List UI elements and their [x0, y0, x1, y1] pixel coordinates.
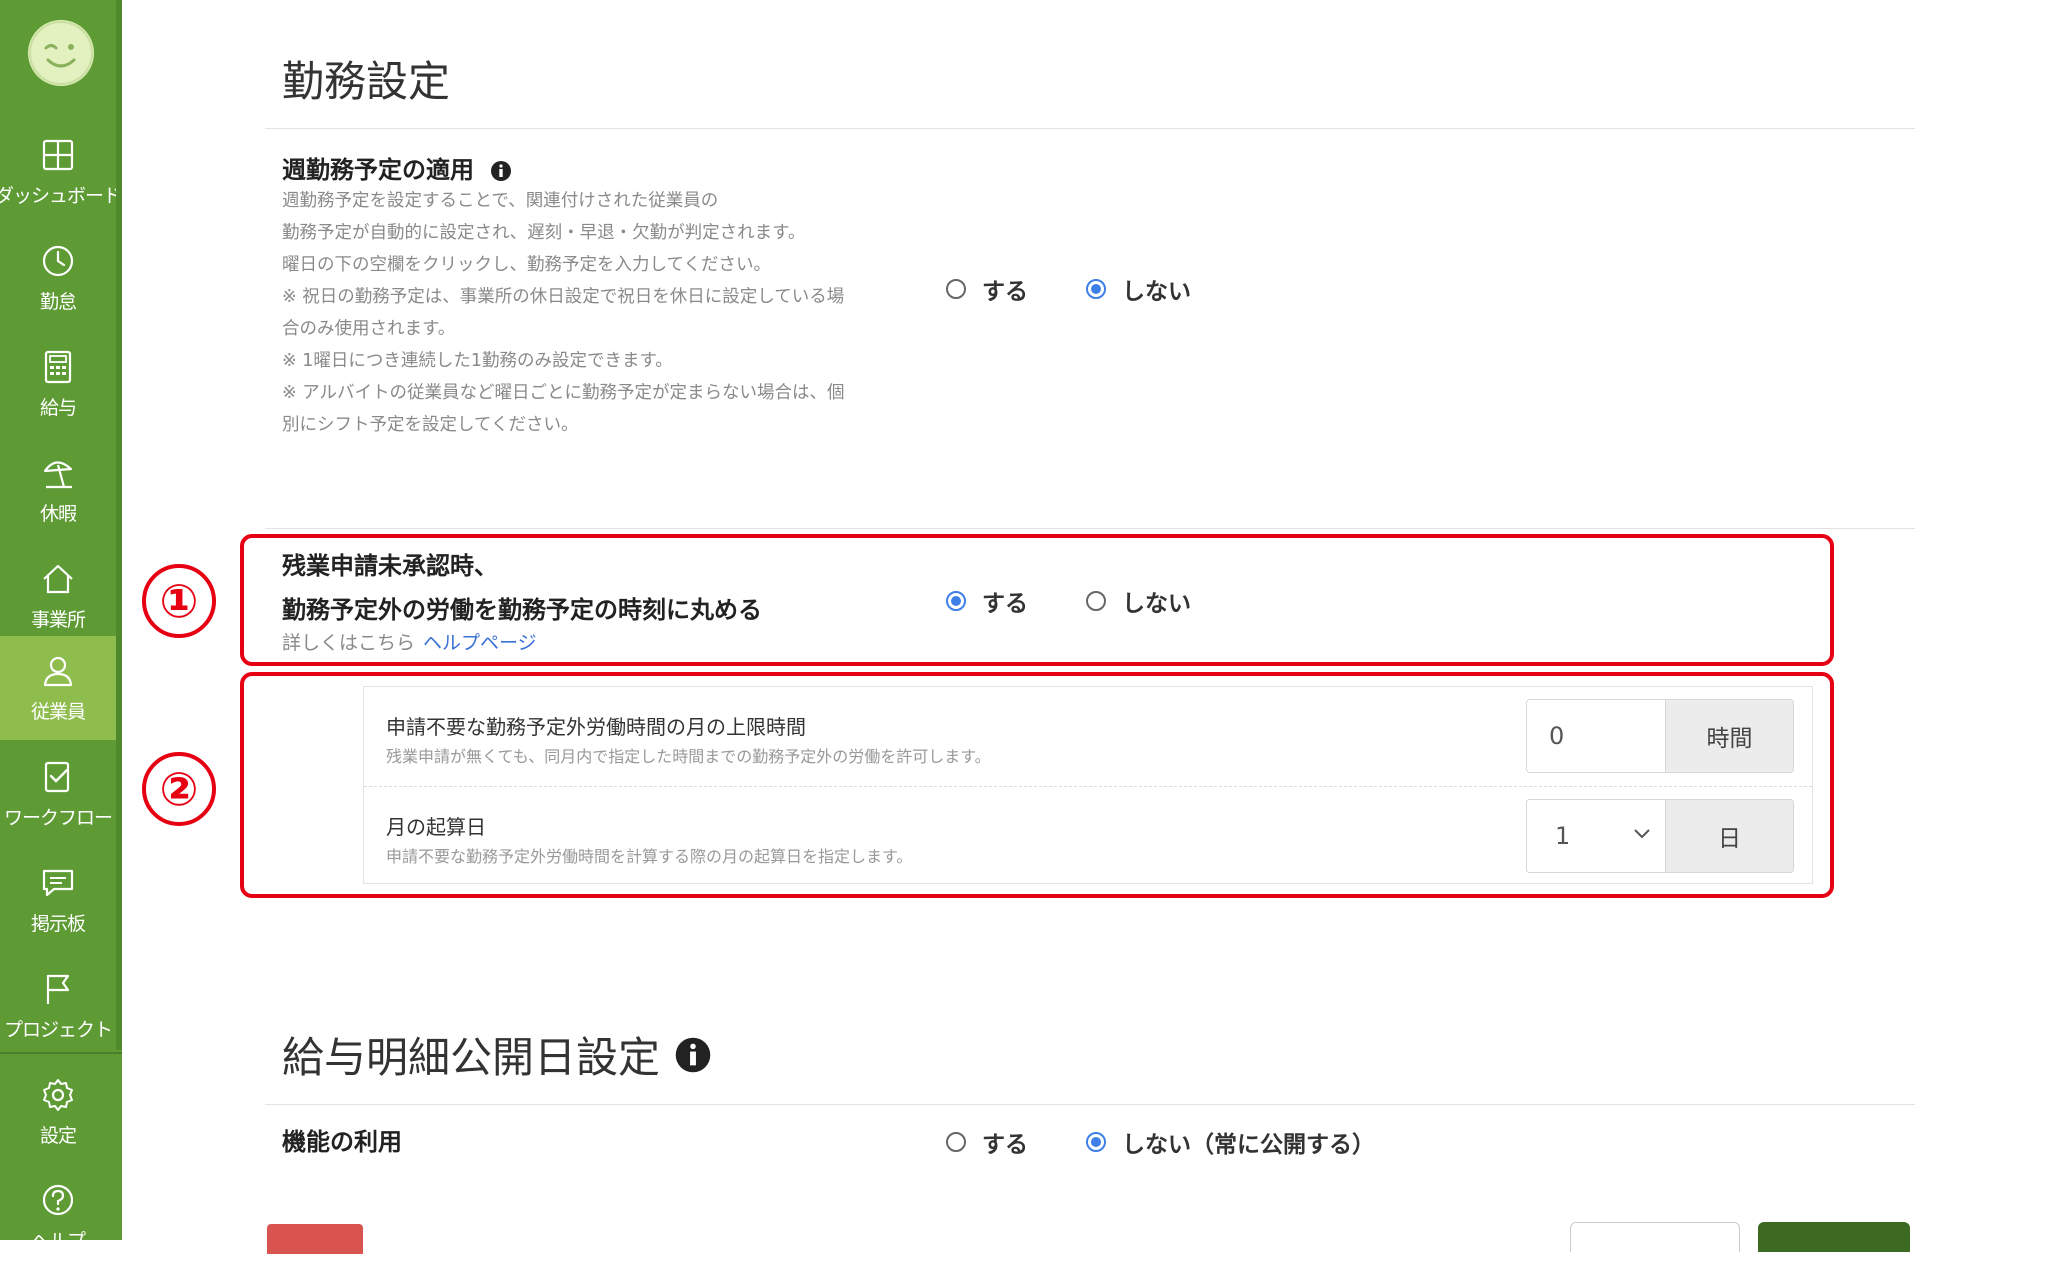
sidebar-item-bulletin[interactable]: 掲示板	[0, 848, 116, 952]
sidebar-item-label: 勤怠	[39, 290, 77, 313]
chat-icon	[42, 869, 74, 896]
weekly-schedule-title-text: 週勤務予定の適用	[282, 156, 474, 184]
payslip-no-radio[interactable]: しない（常に公開する）	[1086, 1125, 1375, 1159]
sidebar-item-settings[interactable]: 設定	[0, 1060, 116, 1164]
sidebar-item-label: プロジェクト	[3, 1018, 113, 1041]
description-line: 別にシフト予定を設定してください。	[282, 415, 579, 435]
smiley-face-icon	[29, 21, 93, 85]
weekly-schedule-description: 週勤務予定を設定することで、関連付けされた従業員の 勤務予定が自動的に設定され、…	[282, 185, 922, 441]
weekly-schedule-no-radio[interactable]: しない	[1086, 272, 1191, 306]
help-icon	[42, 1184, 74, 1216]
description-line: ※ アルバイトの従業員など曜日ごとに勤務予定が定まらない場合は、個	[282, 383, 845, 403]
sidebar-item-workflow[interactable]: ワークフロー	[0, 742, 116, 846]
sidebar-item-label: 掲示板	[30, 912, 86, 935]
radio-circle-checked[interactable]	[1086, 279, 1106, 299]
page-title: 勤務設定	[282, 57, 451, 106]
sidebar-item-help[interactable]: ヘルプ	[0, 1166, 116, 1270]
sidebar-item-office[interactable]: 事業所	[0, 544, 116, 648]
weekly-schedule-title: 週勤務予定の適用	[282, 150, 512, 185]
description-line: 合のみ使用されます。	[282, 319, 456, 339]
radio-circle-checked[interactable]	[1086, 1132, 1106, 1152]
weekly-schedule-radio-group: する しない	[946, 272, 1249, 306]
radio-label: しない	[1122, 279, 1191, 305]
sidebar-item-project[interactable]: プロジェクト	[0, 954, 116, 1058]
sidebar-item-employees[interactable]: 従業員	[0, 636, 116, 740]
user-avatar[interactable]	[28, 20, 94, 86]
home-icon	[43, 564, 73, 593]
radio-circle[interactable]	[946, 1132, 966, 1152]
info-icon[interactable]	[490, 160, 512, 182]
person-icon	[43, 656, 73, 686]
description-line: 勤務予定が自動的に設定され、遅刻・早退・欠勤が判定されます。	[282, 223, 806, 243]
radio-label: する	[982, 279, 1028, 305]
delete-button[interactable]	[267, 1224, 363, 1254]
sidebar-item-payroll[interactable]: 給与	[0, 332, 116, 436]
sidebar-item-leave[interactable]: 休暇	[0, 438, 116, 542]
sidebar-item-label: ダッシュボード	[0, 184, 122, 207]
dashboard-icon	[42, 139, 74, 170]
sidebar-item-dashboard[interactable]: ダッシュボード	[0, 120, 122, 224]
workflow-icon	[44, 761, 70, 792]
payslip-section-title-text: 給与明細公開日設定	[282, 1033, 661, 1082]
clock-icon	[42, 245, 74, 276]
divider	[265, 128, 1915, 129]
sidebar-divider	[0, 1052, 122, 1054]
cancel-button[interactable]	[1570, 1222, 1740, 1252]
sidebar-item-label: 休暇	[39, 502, 77, 525]
divider	[265, 528, 1915, 529]
info-icon[interactable]	[674, 1036, 712, 1074]
sidebar: ダッシュボード 勤怠 給与 休暇 事業所 従業員 ワークフロー 掲示板 プロジェ…	[0, 0, 122, 1252]
calculator-icon	[44, 350, 72, 383]
payslip-radio-group: する しない（常に公開する）	[946, 1125, 1433, 1159]
sidebar-item-label: 事業所	[30, 608, 86, 631]
feature-usage-label: 機能の利用	[282, 1128, 402, 1156]
flag-icon	[46, 974, 70, 1004]
radio-label: しない（常に公開する）	[1122, 1132, 1375, 1158]
sidebar-item-label: 従業員	[30, 700, 86, 723]
divider	[265, 1104, 1915, 1105]
beach-umbrella-icon	[43, 460, 73, 488]
description-line: ※ 祝日の勤務予定は、事業所の休日設定で祝日を休日に設定している場	[282, 287, 845, 307]
payslip-yes-radio[interactable]: する	[946, 1125, 1028, 1159]
sidebar-item-label: 給与	[39, 396, 77, 419]
sidebar-scrollbar[interactable]	[116, 0, 122, 1050]
sidebar-item-label: 設定	[39, 1124, 77, 1147]
annotation-marker-1: ①	[142, 564, 216, 638]
radio-label: する	[982, 1132, 1028, 1158]
payslip-section-title: 給与明細公開日設定	[282, 1024, 712, 1085]
sidebar-item-label: ワークフロー	[3, 806, 113, 829]
sidebar-item-attendance[interactable]: 勤怠	[0, 226, 116, 330]
description-line: 曜日の下の空欄をクリックし、勤務予定を入力してください。	[282, 255, 771, 275]
annotation-box-2	[240, 672, 1834, 898]
description-line: 週勤務予定を設定することで、関連付けされた従業員の	[282, 191, 719, 211]
save-button[interactable]	[1758, 1222, 1910, 1252]
annotation-box-1	[240, 534, 1834, 666]
radio-circle[interactable]	[946, 279, 966, 299]
annotation-marker-2: ②	[142, 752, 216, 826]
gear-icon	[43, 1078, 73, 1111]
weekly-schedule-yes-radio[interactable]: する	[946, 272, 1028, 306]
description-line: ※ 1曜日につき連続した1勤務のみ設定できます。	[282, 351, 673, 371]
